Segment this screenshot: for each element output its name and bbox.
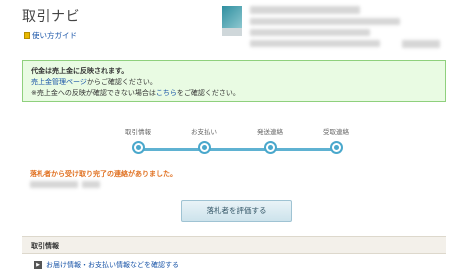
redacted-text	[250, 29, 370, 36]
redacted-text	[250, 40, 380, 47]
progress-steps: 取引情報 お支払い 発送連絡 受取連絡	[96, 126, 386, 166]
delivery-payment-info-label: お届け情報・お支払い情報などを確認する	[46, 261, 179, 269]
notice-line-3: ※売上金への反映が確認できない場合はこちらをご確認ください。	[31, 88, 437, 99]
here-link[interactable]: こちら	[156, 89, 177, 97]
step-complete-dot	[131, 141, 145, 154]
step-complete-dot	[263, 141, 277, 154]
redacted-text	[82, 181, 100, 188]
notice-line-3-pre: ※売上金への反映が確認できない場合は	[31, 89, 156, 97]
transaction-info-section-header: 取引情報	[22, 236, 446, 254]
usage-guide-label: 使い方ガイド	[32, 31, 77, 40]
item-thumbnail-shadow	[222, 28, 242, 36]
redacted-text	[30, 181, 78, 188]
rate-buyer-button[interactable]: 落札者を評価する	[181, 200, 292, 222]
page-title: 取引ナビ	[22, 9, 80, 25]
notice-line-2-text: からご確認ください。	[86, 78, 157, 86]
guide-book-icon	[24, 32, 30, 39]
delivery-payment-info-link[interactable]: ▶ お届け情報・お支払い情報などを確認する	[34, 260, 179, 270]
notice-line-1: 代金は売上金に反映されます。	[31, 67, 129, 75]
notice-line-3-post: をご確認ください。	[176, 89, 240, 97]
notice-line-2: 売上金管理ページからご確認ください。	[31, 77, 437, 88]
seller-info	[222, 4, 460, 56]
status-message: 落札者から受け取り完了の連絡がありました。	[30, 170, 177, 178]
arrow-right-icon: ▶	[34, 261, 42, 269]
payment-notice: 代金は売上金に反映されます。 売上金管理ページからご確認ください。 ※売上金への…	[22, 60, 446, 102]
item-thumbnail	[222, 6, 242, 28]
step-complete-dot	[197, 141, 211, 154]
step-label: 受取連絡	[323, 128, 349, 136]
usage-guide-link[interactable]: 使い方ガイド	[24, 30, 77, 41]
step-receipt: 受取連絡	[294, 126, 378, 154]
redacted-text	[250, 6, 360, 14]
sales-management-link[interactable]: 売上金管理ページ	[31, 78, 87, 86]
redacted-text	[402, 40, 440, 48]
step-complete-dot	[329, 141, 343, 154]
redacted-text	[250, 18, 400, 25]
